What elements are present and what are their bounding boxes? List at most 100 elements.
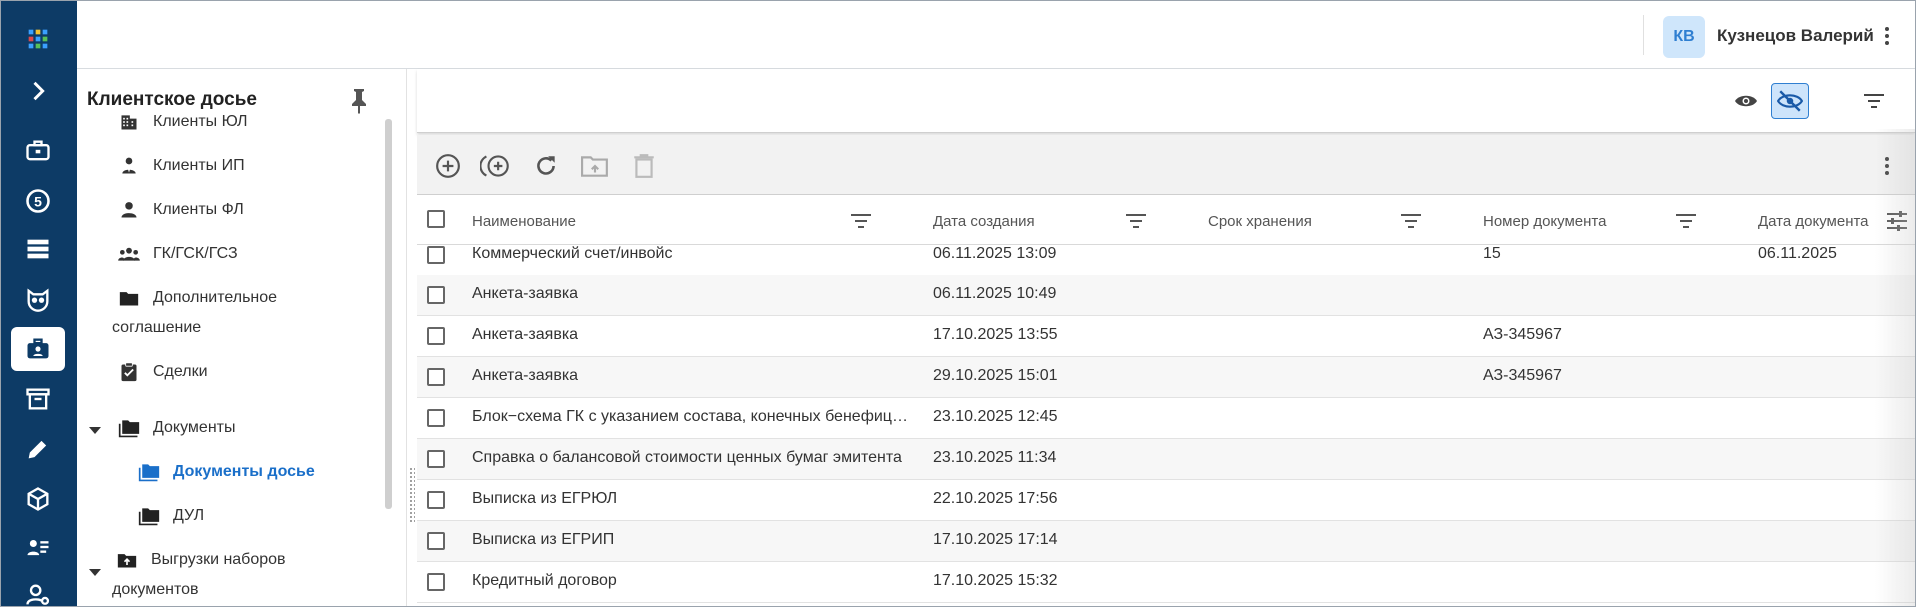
apps-grid-icon[interactable] bbox=[11, 17, 65, 61]
user-name[interactable]: Кузнецов Валерий bbox=[1717, 26, 1874, 46]
client-dossier-icon[interactable] bbox=[11, 327, 65, 371]
table-cell: 23.10.2025 12:45 bbox=[933, 408, 1058, 425]
sidebar-item-additional-agreement[interactable]: Дополнительное соглашение bbox=[112, 283, 347, 343]
table-row[interactable]: Анкета-заявка 17.10.2025 13:55 АЗ-345967 bbox=[417, 316, 1915, 357]
row-checkbox[interactable] bbox=[427, 573, 445, 591]
table-cell: 23.10.2025 11:34 bbox=[933, 449, 1057, 466]
table-cell: 06.11.2025 10:49 bbox=[933, 285, 1057, 302]
svg-text:5: 5 bbox=[34, 193, 42, 209]
collapse-exports-caret-icon[interactable] bbox=[89, 569, 101, 576]
add-circle-icon[interactable] bbox=[433, 151, 463, 181]
table-cell: 15 bbox=[1483, 245, 1501, 262]
row-checkbox[interactable] bbox=[427, 491, 445, 509]
collapse-documents-caret-icon[interactable] bbox=[89, 427, 101, 434]
table-row[interactable]: Справка о балансовой стоимости ценных бу… bbox=[417, 439, 1915, 480]
sidebar-item-label: Клиенты ФЛ bbox=[153, 201, 244, 218]
refresh-icon[interactable] bbox=[531, 151, 561, 181]
table-cell: 17.10.2025 13:55 bbox=[933, 326, 1058, 343]
table-row[interactable]: Кредитный договор 17.10.2025 15:32 bbox=[417, 562, 1915, 603]
table-cell: 06.11.2025 13:09 bbox=[933, 245, 1057, 262]
column-filter-icon[interactable] bbox=[1675, 212, 1697, 235]
table-row[interactable]: Анкета-заявка 29.10.2025 15:01 АЗ-345967 bbox=[417, 357, 1915, 398]
sidebar-item-groups[interactable]: ГК/ГСК/ГСЗ bbox=[117, 239, 238, 269]
toolbar-more-kebab-icon[interactable] bbox=[1877, 151, 1897, 181]
show-eye-icon[interactable] bbox=[1731, 87, 1761, 115]
column-filter-icon[interactable] bbox=[1400, 212, 1422, 235]
app-window: 5 КВ Кузнецов Валерий Клиентское досье К… bbox=[0, 0, 1916, 607]
sidebar-item-label: ГК/ГСК/ГСЗ bbox=[153, 245, 238, 262]
folder-upload-icon bbox=[115, 545, 139, 575]
column-settings-tune-icon[interactable] bbox=[1885, 209, 1909, 238]
top-bar-divider bbox=[1643, 15, 1644, 55]
group-icon bbox=[117, 239, 141, 269]
sidebar-item-dul[interactable]: ДУЛ bbox=[137, 501, 204, 531]
row-checkbox[interactable] bbox=[427, 246, 445, 264]
row-checkbox[interactable] bbox=[427, 409, 445, 427]
table-cell: 06.11.2025 bbox=[1758, 245, 1837, 262]
avatar[interactable]: КВ bbox=[1663, 16, 1705, 58]
nav-rail: 5 bbox=[1, 1, 77, 606]
five-circle-icon[interactable]: 5 bbox=[11, 179, 65, 223]
hide-eye-off-icon[interactable] bbox=[1771, 83, 1809, 119]
column-header-created[interactable]: Дата создания bbox=[933, 213, 1035, 230]
row-checkbox[interactable] bbox=[427, 450, 445, 468]
id-card-icon[interactable] bbox=[11, 525, 65, 569]
sidebar-item-deals[interactable]: Сделки bbox=[117, 357, 208, 387]
sidebar-item-clients-fl[interactable]: Клиенты ФЛ bbox=[117, 195, 244, 225]
pencil-icon[interactable] bbox=[11, 427, 65, 471]
column-header-name[interactable]: Наименование bbox=[472, 213, 576, 230]
archive-icon[interactable] bbox=[11, 377, 65, 421]
sidebar-item-label: Выгрузки наборов bbox=[151, 551, 286, 568]
column-header-doc-number[interactable]: Номер документа bbox=[1483, 213, 1606, 230]
top-bar: КВ Кузнецов Валерий bbox=[77, 1, 1915, 69]
pin-icon[interactable] bbox=[347, 86, 371, 119]
owl-icon[interactable] bbox=[11, 277, 65, 321]
sidebar-item-dossier-documents[interactable]: Документы досье bbox=[137, 457, 315, 487]
folders-icon bbox=[117, 413, 141, 443]
expand-chevron-icon[interactable] bbox=[11, 69, 65, 113]
sidebar-item-label: Дополнительное bbox=[153, 289, 278, 306]
sidebar-scrollbar[interactable] bbox=[385, 119, 392, 509]
sidebar-item-clients-ip[interactable]: Клиенты ИП bbox=[117, 151, 245, 181]
column-filter-icon[interactable] bbox=[1125, 212, 1147, 235]
table-cell: 17.10.2025 17:14 bbox=[933, 531, 1058, 548]
table-cell: 22.10.2025 17:56 bbox=[933, 490, 1058, 507]
table-cell: Выписка из ЕГРИП bbox=[472, 531, 615, 548]
column-header-retention[interactable]: Срок хранения bbox=[1208, 213, 1312, 230]
table-row[interactable]: Выписка из ЕГРЮЛ 22.10.2025 17:56 bbox=[417, 480, 1915, 521]
row-checkbox[interactable] bbox=[427, 286, 445, 304]
table-cell: 17.10.2025 15:32 bbox=[933, 572, 1058, 589]
table-cell: Кредитный договор bbox=[472, 572, 617, 589]
table-cell: 29.10.2025 15:01 bbox=[933, 367, 1058, 384]
delete-trash-icon[interactable] bbox=[629, 151, 659, 181]
sidebar-item-documents[interactable]: Документы bbox=[117, 413, 235, 443]
table-row[interactable]: Блок−схема ГК с указанием состава, конеч… bbox=[417, 398, 1915, 439]
row-checkbox[interactable] bbox=[427, 532, 445, 550]
user-menu-kebab-icon[interactable] bbox=[1877, 21, 1897, 51]
user-settings-icon[interactable] bbox=[11, 573, 65, 606]
row-checkbox[interactable] bbox=[427, 327, 445, 345]
cube-icon[interactable] bbox=[11, 477, 65, 521]
column-header-doc-date[interactable]: Дата документа bbox=[1758, 213, 1869, 230]
sidebar-item-document-exports[interactable]: Выгрузки наборов документов bbox=[112, 545, 345, 605]
table-cell: Анкета-заявка bbox=[472, 326, 579, 343]
briefcase-icon[interactable] bbox=[11, 129, 65, 173]
select-all-checkbox[interactable] bbox=[427, 210, 445, 228]
storage-icon[interactable] bbox=[11, 227, 65, 271]
move-to-folder-icon[interactable] bbox=[579, 151, 611, 181]
sidebar-item-label: ДУЛ bbox=[173, 507, 205, 524]
main-panel: Наименование Дата создания Срок хранения… bbox=[417, 69, 1915, 606]
table-row[interactable]: Анкета-заявка 06.11.2025 10:49 bbox=[417, 275, 1915, 316]
sidebar-item-clients-ul[interactable]: Клиенты ЮЛ bbox=[117, 107, 248, 137]
table-cell: Коммерческий счет/инвойс bbox=[472, 245, 673, 262]
add-multiple-icon[interactable] bbox=[479, 151, 513, 181]
panel-resize-handle[interactable] bbox=[409, 467, 415, 523]
view-bar bbox=[417, 69, 1915, 133]
row-checkbox[interactable] bbox=[427, 368, 445, 386]
column-filter-icon[interactable] bbox=[850, 212, 872, 235]
table-row[interactable]: Коммерческий счет/инвойс 06.11.2025 13:09… bbox=[417, 235, 1915, 276]
table-row[interactable]: Выписка из ЕГРИП 17.10.2025 17:14 bbox=[417, 521, 1915, 562]
table-cell: АЗ-345967 bbox=[1483, 326, 1562, 343]
clipboard-check-icon bbox=[117, 357, 141, 387]
view-filter-icon[interactable] bbox=[1859, 87, 1889, 115]
